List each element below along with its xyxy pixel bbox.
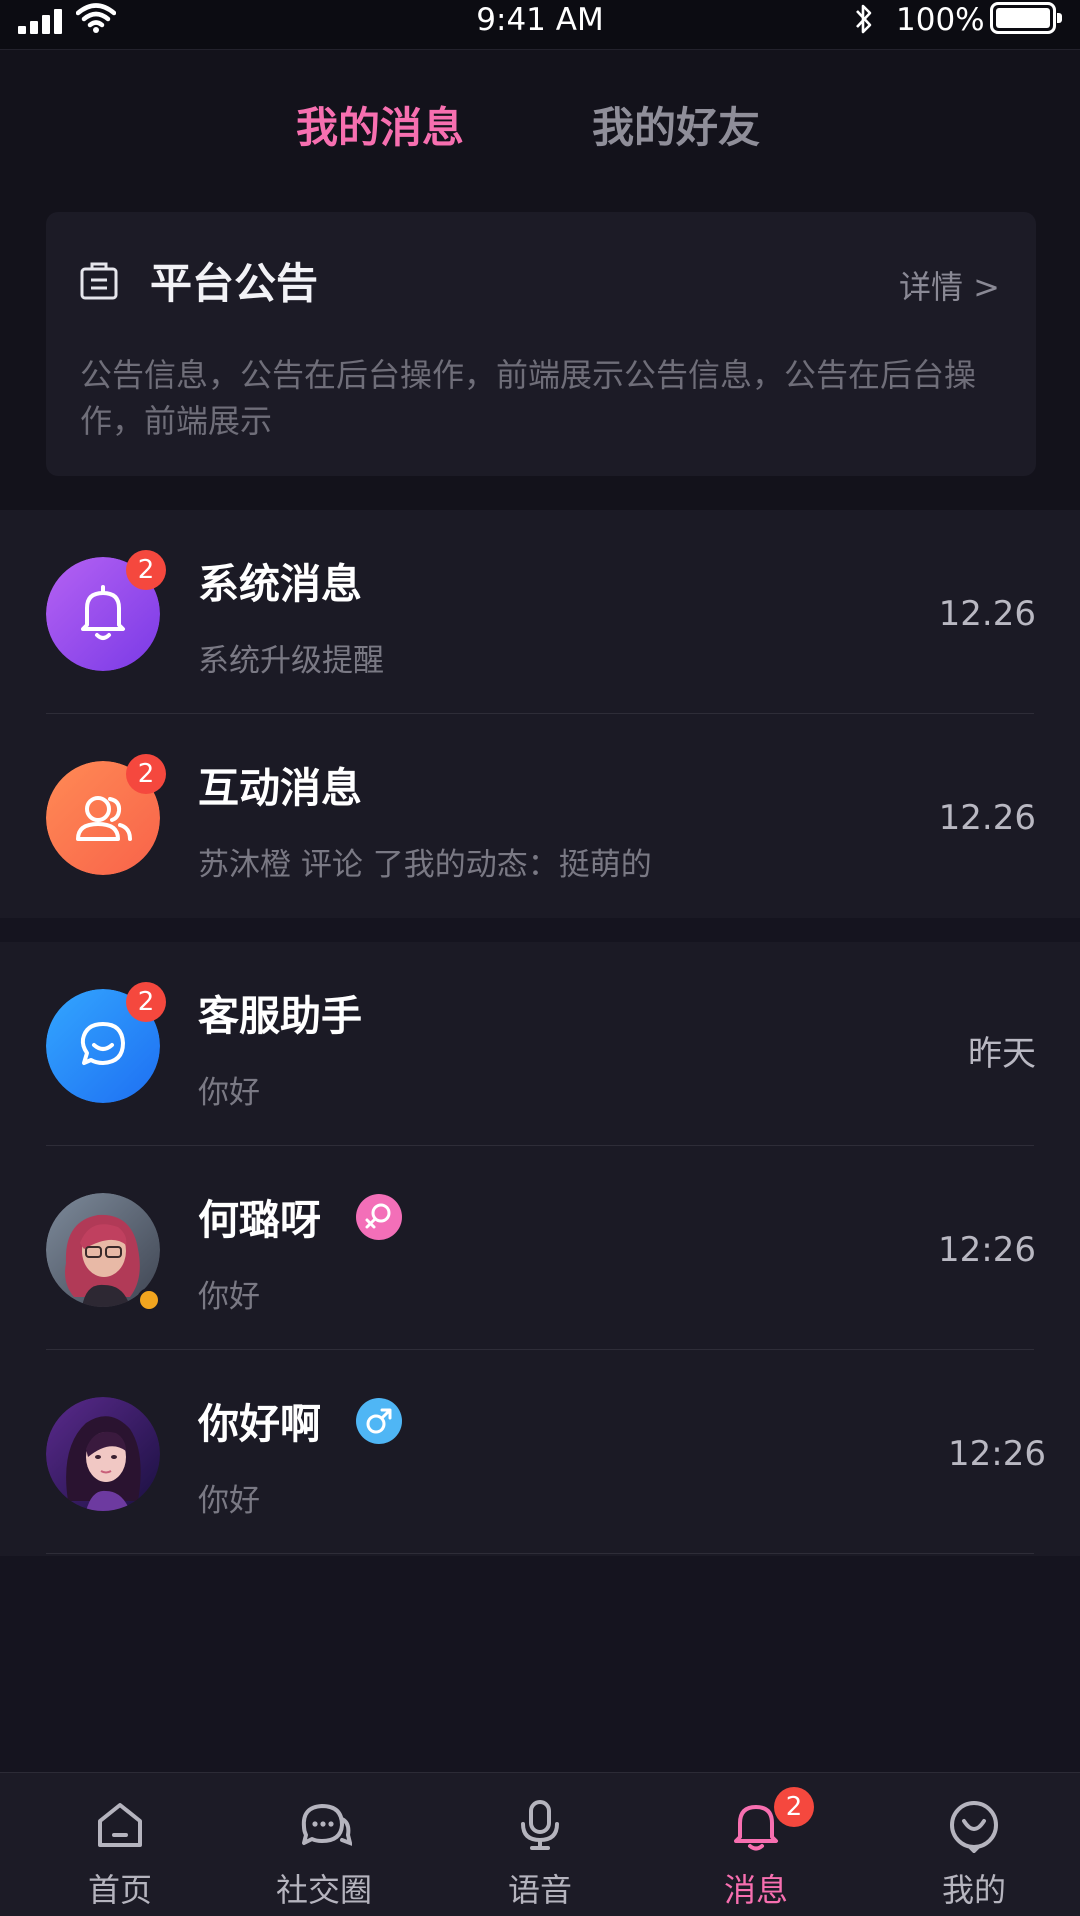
message-row-user-1[interactable]: 何璐呀 你好 12:26 bbox=[0, 1146, 1080, 1350]
tabbar-label: 社交圈 bbox=[275, 1871, 372, 1909]
profile-icon bbox=[950, 1801, 998, 1853]
notice-detail-link[interactable]: 详情 > bbox=[899, 262, 1000, 308]
unread-badge: 2 bbox=[126, 982, 166, 1022]
message-preview: 你好 bbox=[198, 1483, 260, 1519]
microphone-icon bbox=[521, 1800, 559, 1850]
bottom-tab-bar: 首页 社交圈 语音 2 消息 我的 bbox=[0, 1772, 1080, 1916]
notice-body: 公告信息，公告在后台操作，前端展示公告信息，公告在后台操作，前端展示 bbox=[80, 356, 977, 440]
avatar bbox=[46, 1397, 160, 1511]
message-title: 何璐呀 bbox=[198, 1196, 321, 1244]
message-preview: 你好 bbox=[198, 1279, 260, 1315]
battery-icon bbox=[990, 2, 1062, 34]
header-area: 我的消息 我的好友 平台公告 详情 > 公告信息，公告在后台操作，前端展示公告信… bbox=[0, 50, 1080, 510]
tabbar-label: 消息 bbox=[723, 1871, 788, 1909]
message-title: 客服助手 bbox=[198, 992, 362, 1040]
message-row-user-2[interactable]: 你好啊 你好 12:26 bbox=[0, 1350, 1080, 1554]
message-row-system[interactable]: 2 系统消息 系统升级提醒 12.26 bbox=[0, 510, 1080, 714]
message-time: 昨天 bbox=[968, 1034, 1036, 1074]
message-preview: 系统升级提醒 bbox=[198, 643, 384, 679]
message-title: 你好啊 bbox=[198, 1400, 321, 1448]
notice-icon bbox=[80, 262, 118, 300]
tabbar-item-social[interactable]: 社交圈 bbox=[234, 1773, 414, 1916]
tab-my-friends[interactable]: 我的好友 bbox=[592, 94, 760, 155]
battery-percent: 100% bbox=[896, 2, 985, 38]
divider bbox=[46, 1553, 1034, 1554]
platform-notice-card[interactable]: 平台公告 详情 > 公告信息，公告在后台操作，前端展示公告信息，公告在后台操作，… bbox=[46, 212, 1036, 476]
message-row-interaction[interactable]: 2 互动消息 苏沐橙 评论 了我的动态：挺萌的 12.26 bbox=[0, 714, 1080, 918]
unread-badge: 2 bbox=[126, 550, 166, 590]
tabbar-item-home[interactable]: 首页 bbox=[30, 1773, 210, 1916]
tabbar-label: 首页 bbox=[87, 1871, 152, 1909]
tab-my-messages[interactable]: 我的消息 bbox=[296, 94, 464, 155]
message-time: 12.26 bbox=[938, 594, 1036, 634]
social-chat-icon bbox=[301, 1804, 352, 1846]
message-group-chats: 2 客服助手 你好 昨天 何璐呀 你好 12:26 你好啊 你好 12:26 bbox=[0, 942, 1080, 1556]
notice-title: 平台公告 bbox=[150, 259, 319, 308]
unread-badge: 2 bbox=[774, 1787, 814, 1827]
home-icon bbox=[98, 1803, 142, 1847]
tabbar-item-profile[interactable]: 我的 bbox=[884, 1773, 1064, 1916]
tabbar-label: 语音 bbox=[507, 1871, 572, 1909]
message-row-customer-service[interactable]: 2 客服助手 你好 昨天 bbox=[0, 942, 1080, 1146]
online-status-dot bbox=[137, 1288, 161, 1312]
message-group-official: 2 系统消息 系统升级提醒 12.26 2 互动消息 苏沐橙 评论 了我的动态：… bbox=[0, 510, 1080, 918]
tabbar-item-messages[interactable]: 2 消息 bbox=[666, 1773, 846, 1916]
message-preview: 你好 bbox=[198, 1075, 260, 1111]
unread-badge: 2 bbox=[126, 754, 166, 794]
message-title: 互动消息 bbox=[198, 764, 362, 812]
message-preview: 苏沐橙 评论 了我的动态：挺萌的 bbox=[198, 847, 652, 883]
female-gender-icon bbox=[356, 1194, 402, 1240]
male-gender-icon bbox=[356, 1398, 402, 1444]
bluetooth-icon bbox=[856, 4, 872, 34]
tabbar-label: 我的 bbox=[941, 1871, 1006, 1909]
message-time: 12.26 bbox=[938, 798, 1036, 838]
message-time: 12:26 bbox=[948, 1434, 1046, 1474]
message-title: 系统消息 bbox=[198, 560, 362, 608]
tabbar-item-voice[interactable]: 语音 bbox=[450, 1773, 630, 1916]
message-time: 12:26 bbox=[938, 1230, 1036, 1270]
status-bar: 9:41 AM 100% bbox=[0, 0, 1080, 50]
